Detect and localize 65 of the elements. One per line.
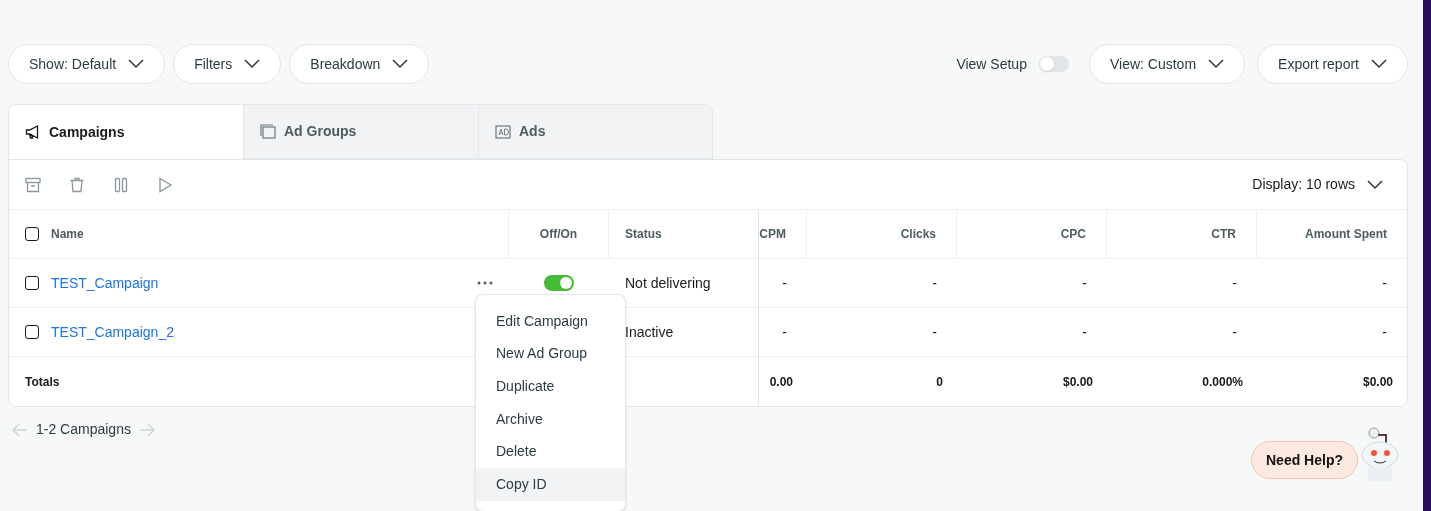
more-options-icon[interactable]	[477, 281, 493, 285]
campaign-link[interactable]: TEST_Campaign_2	[51, 321, 174, 343]
chevron-down-icon	[1371, 59, 1387, 69]
checkbox[interactable]	[25, 325, 39, 339]
play-icon[interactable]	[157, 176, 173, 193]
megaphone-icon	[25, 124, 41, 140]
column-header[interactable]: Status	[625, 225, 662, 243]
dropdown-button[interactable]: Export report	[1257, 44, 1408, 84]
table-cell-text: -	[932, 273, 937, 293]
column-header[interactable]: Name	[51, 225, 84, 243]
chevron-down-icon	[392, 59, 409, 69]
table-cell-text: -	[1232, 273, 1237, 293]
chevron-down-icon	[1208, 59, 1225, 69]
chevron-down-icon	[244, 59, 261, 69]
table-cell-text: -	[1082, 322, 1087, 342]
table-cell-text: -	[782, 273, 787, 293]
dropdown-button[interactable]: Breakdown	[289, 44, 430, 84]
dropdown-button[interactable]: Show: Default	[8, 44, 166, 84]
table-cell-text: -	[1082, 273, 1087, 293]
column-header[interactable]: CPC	[1060, 225, 1086, 243]
checkbox[interactable]	[25, 276, 39, 290]
menu-item[interactable]: Archive	[476, 402, 625, 436]
campaign-link[interactable]: TEST_Campaign	[51, 272, 159, 294]
totals-cell-text: 0.000%	[1202, 373, 1243, 391]
ad-icon	[495, 123, 511, 140]
table-cell-text: -	[1232, 322, 1237, 342]
table-cell-text: -	[932, 322, 937, 342]
view-setup-toggle[interactable]	[1038, 56, 1069, 72]
need-help-button[interactable]: Need Help?	[1251, 441, 1358, 479]
totals-cell-text: 0.00	[769, 373, 793, 391]
chevron-down-icon	[128, 59, 145, 69]
column-header[interactable]: CPM	[759, 225, 786, 243]
chevron-down-icon	[1367, 179, 1383, 190]
menu-item[interactable]: Copy ID	[476, 467, 625, 501]
view-setup-label: View Setup	[956, 54, 1027, 74]
tab[interactable]: Ads	[478, 104, 713, 159]
display-rows-dropdown[interactable]: Display: 10 rows	[1252, 174, 1391, 195]
pause-icon[interactable]	[113, 176, 129, 193]
column-header[interactable]: CTR	[1211, 225, 1236, 243]
menu-item[interactable]: Delete	[476, 435, 625, 468]
totals-label: Totals	[25, 373, 60, 391]
table-cell-text: -	[1382, 273, 1387, 293]
pagination-label: 1-2 Campaigns	[36, 420, 131, 439]
table-cell-text: -	[1382, 322, 1387, 342]
status-text: Not delivering	[625, 273, 711, 293]
totals-cell-text: $0.00	[1062, 373, 1093, 391]
select-all-checkbox[interactable]	[25, 227, 39, 241]
tab[interactable]: Ad Groups	[243, 104, 478, 159]
archive-icon[interactable]	[25, 176, 41, 193]
ad-stack-icon	[260, 123, 276, 140]
menu-item[interactable]: New Ad Group	[476, 337, 625, 371]
column-header[interactable]: Amount Spent	[1305, 225, 1387, 243]
totals-cell-text: $0.00	[1362, 373, 1393, 391]
menu-item[interactable]: Duplicate	[476, 370, 625, 403]
dropdown-button[interactable]: View: Custom	[1088, 44, 1246, 84]
totals-cell-text: 0	[936, 373, 943, 391]
table-cell-text: -	[782, 322, 787, 342]
trash-icon[interactable]	[69, 176, 85, 193]
dropdown-button[interactable]: Filters	[173, 44, 282, 84]
status-text: Inactive	[625, 322, 674, 342]
column-header[interactable]: Off/On	[539, 225, 578, 243]
tab[interactable]: Campaigns	[8, 104, 243, 159]
on-off-toggle[interactable]	[544, 275, 574, 291]
column-header[interactable]: Clicks	[900, 225, 936, 243]
menu-item[interactable]: Edit Campaign	[476, 305, 625, 338]
